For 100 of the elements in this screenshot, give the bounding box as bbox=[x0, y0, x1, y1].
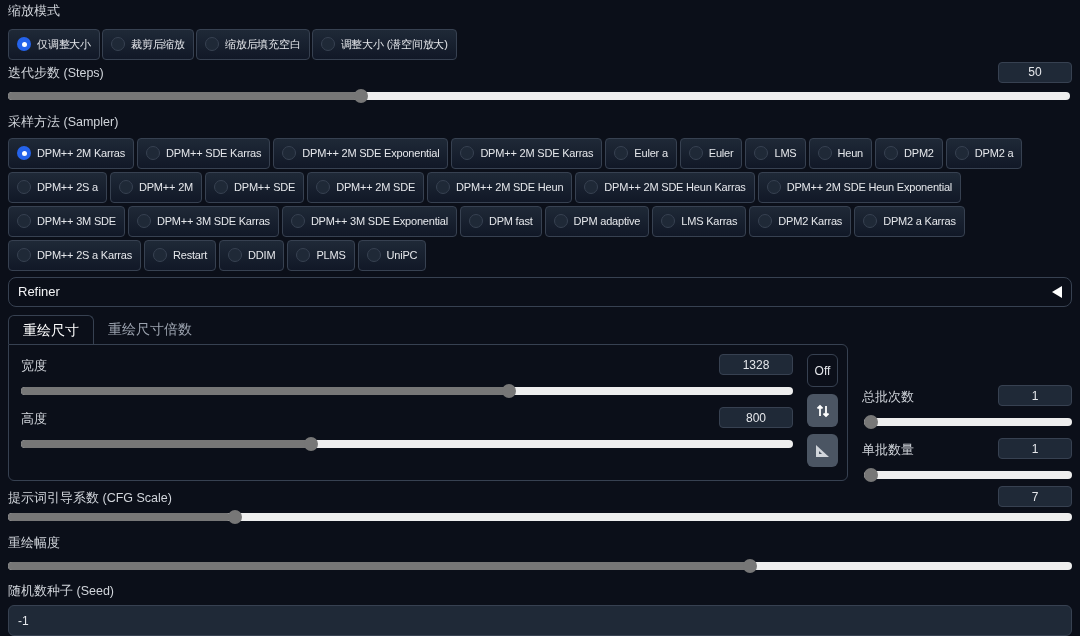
radio-unchecked-icon bbox=[614, 146, 629, 161]
slider-thumb[interactable] bbox=[864, 468, 878, 483]
radio-unchecked-icon bbox=[754, 146, 769, 161]
slider[interactable] bbox=[864, 415, 1072, 430]
field-label: 宽度 bbox=[21, 357, 47, 375]
slider-thumb[interactable] bbox=[228, 510, 243, 525]
radio-unchecked-icon bbox=[282, 146, 297, 161]
number-input[interactable]: 1 bbox=[998, 438, 1072, 460]
radio-unchecked-icon bbox=[153, 248, 168, 263]
radio-checked-icon bbox=[17, 146, 31, 161]
radio-option[interactable]: LMS Karras bbox=[652, 205, 747, 237]
radio-unchecked-icon bbox=[468, 214, 483, 229]
radio-unchecked-icon bbox=[320, 37, 335, 52]
radio-option[interactable]: DPM2 Karras bbox=[749, 205, 852, 237]
slider-thumb[interactable] bbox=[864, 415, 878, 430]
radio-option[interactable]: DDIM bbox=[219, 239, 285, 271]
radio-unchecked-icon bbox=[460, 146, 475, 161]
radio-option[interactable]: LMS bbox=[745, 137, 806, 169]
radio-option[interactable]: DPM fast bbox=[459, 205, 542, 237]
radio-unchecked-icon bbox=[119, 180, 133, 195]
radio-unchecked-icon bbox=[366, 248, 381, 263]
radio-option[interactable]: Euler a bbox=[605, 137, 677, 169]
radio-unchecked-icon bbox=[296, 248, 311, 263]
number-input[interactable]: 7 bbox=[998, 486, 1072, 508]
radio-unchecked-icon bbox=[316, 180, 331, 195]
radio-option[interactable]: PLMS bbox=[287, 239, 355, 271]
number-input[interactable]: 50 bbox=[998, 61, 1072, 83]
swap-arrows-icon bbox=[815, 403, 830, 418]
radio-unchecked-icon bbox=[214, 180, 228, 195]
radio-option[interactable]: 调整大小 (潜空间放大) bbox=[311, 28, 457, 60]
radio-option[interactable]: 裁剪后缩放 bbox=[102, 28, 195, 60]
slider-thumb[interactable] bbox=[303, 437, 318, 452]
aspect-lock-button[interactable]: Off bbox=[807, 354, 838, 388]
slider[interactable] bbox=[8, 88, 1070, 103]
radio-unchecked-icon bbox=[205, 37, 220, 52]
radio-option[interactable]: DPM++ 2M bbox=[110, 171, 202, 203]
radio-option[interactable]: DPM adaptive bbox=[544, 205, 650, 237]
slider-thumb[interactable] bbox=[353, 88, 368, 103]
radio-option[interactable]: DPM++ 2M SDE Heun Exponential bbox=[757, 171, 962, 203]
radio-unchecked-icon bbox=[146, 146, 161, 161]
field-label: 迭代步数 (Steps) bbox=[8, 65, 104, 82]
radio-unchecked-icon bbox=[136, 214, 151, 229]
slider[interactable] bbox=[21, 437, 793, 452]
number-input[interactable]: 1328 bbox=[719, 354, 793, 376]
triangle-ruler-icon bbox=[815, 443, 830, 458]
tab[interactable]: 重绘尺寸倍数 bbox=[94, 315, 206, 345]
tab[interactable]: 重绘尺寸 bbox=[8, 315, 94, 345]
radio-unchecked-icon bbox=[17, 214, 31, 229]
field-label: 重绘幅度 bbox=[8, 536, 60, 551]
radio-option[interactable]: DPM++ SDE Karras bbox=[137, 137, 271, 169]
radio-option[interactable]: UniPC bbox=[357, 239, 427, 271]
field-label: 高度 bbox=[21, 410, 47, 428]
radio-unchecked-icon bbox=[228, 248, 243, 263]
radio-option[interactable]: DPM++ 2S a bbox=[8, 171, 107, 203]
radio-option[interactable]: Euler bbox=[679, 137, 743, 169]
caret-left-icon bbox=[1052, 286, 1062, 299]
radio-option[interactable]: DPM++ 2M Karras bbox=[8, 137, 135, 169]
radio-unchecked-icon bbox=[766, 180, 781, 195]
radio-unchecked-icon bbox=[17, 248, 31, 263]
number-input[interactable]: 800 bbox=[719, 407, 793, 429]
field-label: 随机数种子 (Seed) bbox=[8, 584, 114, 599]
radio-option[interactable]: 缩放后填充空白 bbox=[196, 28, 310, 60]
radio-option[interactable]: DPM++ 2M SDE bbox=[307, 171, 425, 203]
swap-button[interactable] bbox=[807, 394, 838, 428]
radio-option[interactable]: DPM2 bbox=[875, 137, 943, 169]
field-label: 单批数量 bbox=[862, 441, 914, 459]
radio-option[interactable]: DPM++ 3M SDE Exponential bbox=[281, 205, 457, 237]
radio-option[interactable]: 仅调整大小 bbox=[8, 28, 100, 60]
radio-unchecked-icon bbox=[884, 146, 898, 161]
radio-option[interactable]: Restart bbox=[144, 239, 217, 271]
radio-unchecked-icon bbox=[436, 180, 451, 195]
radio-unchecked-icon bbox=[688, 146, 703, 161]
radio-unchecked-icon bbox=[111, 37, 125, 52]
number-input[interactable]: 1 bbox=[998, 385, 1072, 407]
radio-option[interactable]: DPM++ 3M SDE Karras bbox=[127, 205, 279, 237]
slider[interactable] bbox=[864, 468, 1072, 483]
slider[interactable] bbox=[21, 384, 793, 399]
radio-option[interactable]: DPM++ SDE bbox=[205, 171, 305, 203]
ratio-button[interactable] bbox=[807, 434, 838, 468]
radio-option[interactable]: DPM2 a Karras bbox=[854, 205, 965, 237]
radio-option[interactable]: DPM++ 2M SDE Heun Karras bbox=[575, 171, 755, 203]
radio-unchecked-icon bbox=[954, 146, 969, 161]
slider-thumb[interactable] bbox=[743, 559, 757, 574]
radio-unchecked-icon bbox=[17, 180, 31, 195]
radio-option[interactable]: DPM2 a bbox=[945, 137, 1023, 169]
radio-option[interactable]: DPM++ 2M SDE Exponential bbox=[273, 137, 449, 169]
slider-thumb[interactable] bbox=[502, 384, 517, 399]
radio-option[interactable]: DPM++ 2S a Karras bbox=[8, 239, 142, 271]
radio-option[interactable]: DPM++ 2M SDE Heun bbox=[427, 171, 573, 203]
radio-unchecked-icon bbox=[553, 214, 568, 229]
radio-option[interactable]: Heun bbox=[808, 137, 872, 169]
seed-input[interactable]: -1 bbox=[8, 605, 1072, 636]
radio-option[interactable]: DPM++ 3M SDE bbox=[8, 205, 125, 237]
field-label: 采样方法 (Sampler) bbox=[8, 114, 119, 129]
radio-option[interactable]: DPM++ 2M SDE Karras bbox=[451, 137, 603, 169]
slider[interactable] bbox=[8, 559, 1072, 574]
radio-checked-icon bbox=[17, 37, 31, 52]
refiner-accordion[interactable]: Refiner bbox=[8, 276, 1072, 308]
radio-unchecked-icon bbox=[661, 214, 676, 229]
slider[interactable] bbox=[8, 510, 1072, 525]
